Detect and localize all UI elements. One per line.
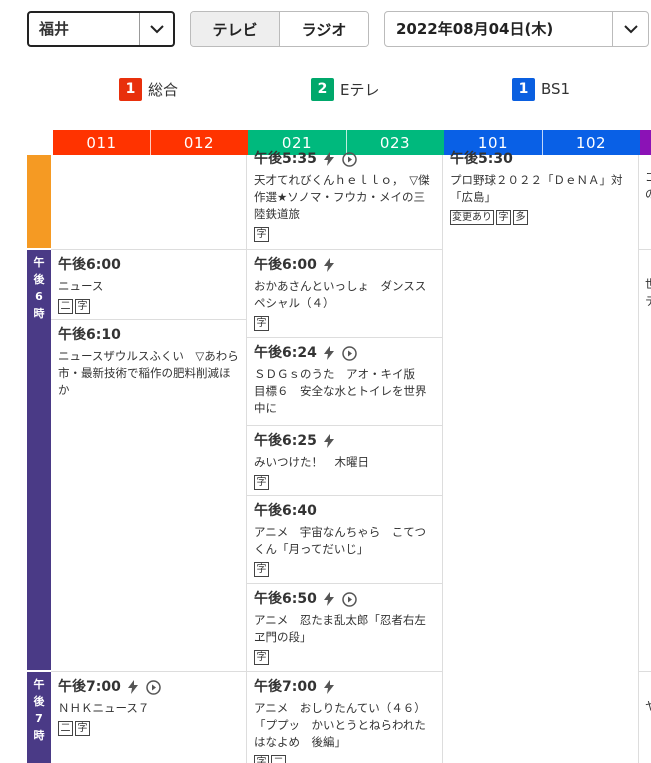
lightning-icon [323, 592, 334, 606]
tag-subtitle: 字 [254, 755, 269, 763]
program-cell[interactable]: 午後6:40 アニメ 宇宙なんちゃら こてつくん「月ってだいじ」 字 [247, 496, 442, 584]
replay-icon [342, 345, 357, 361]
program-time: 午後6:24 [254, 345, 317, 361]
tag-multi: 多 [513, 210, 528, 225]
program-title: ニュースザウルスふくい ▽あわら市・最新技術で稲作の肥料削減ほか [58, 349, 239, 397]
program-tags: 字 [254, 562, 435, 577]
tag-subtitle: 字 [254, 316, 269, 331]
program-time: 午後6:00 [58, 257, 121, 273]
channel-number-badge: 1 [512, 77, 535, 101]
program-cell[interactable]: 午後6:00 ニュース 二 字 [51, 250, 246, 320]
program-cell[interactable]: 午後5:35 天才てれびくんｈｅｌｌｏ， ▽傑作選★ソノマ・フウカ・メイの三陸鉄… [247, 149, 442, 250]
hour-bar-5 [27, 155, 51, 248]
program-cell[interactable]: 午後6:24 ＳＤＧｓのうた アオ・キイ版 目標６ 安全な水とトイレを世界中に [247, 338, 442, 426]
program-tags: 二 字 [58, 721, 239, 736]
program-time: 午後7:00 [254, 679, 317, 695]
replay-icon [146, 679, 161, 695]
lightning-icon [323, 258, 334, 272]
media-switch: テレビ ラジオ [190, 11, 369, 47]
program-cell-clipped[interactable]: 世 テ [639, 250, 651, 672]
program-time: 午後5:30 [450, 151, 513, 167]
header-divider [150, 130, 151, 155]
tag-subtitle: 字 [254, 475, 269, 490]
program-title: アニメ おしりたんてい（４６）「ププッ かいとうとねらわれたはなよめ 後編」 [254, 701, 426, 749]
program-tags: 字 [254, 316, 435, 331]
channel-name: 総合 [148, 80, 179, 99]
date-select[interactable]: 2022年08月04日(木) [384, 11, 649, 47]
program-cell-empty [51, 155, 246, 250]
tag-subtitle: 字 [75, 721, 90, 736]
program-time: 午後6:40 [254, 503, 317, 519]
legend-bs1[interactable]: 1 BS1 [512, 77, 570, 101]
hour-label: 午後6時 [33, 256, 45, 320]
program-title: ニュース [58, 279, 104, 293]
tag-subtitle: 字 [254, 650, 269, 665]
program-title: 天才てれびくんｈｅｌｌｏ， ▽傑作選★ソノマ・フウカ・メイの三陸鉄道旅 [254, 173, 430, 221]
channel-name: BS1 [541, 80, 571, 98]
program-title: プロ野球２０２２「ＤｅＮＡ」対「広島」 [450, 173, 623, 204]
tag-subtitle: 字 [496, 210, 511, 225]
hour-bar-6: 午後6時 [27, 250, 51, 670]
replay-icon [342, 151, 357, 167]
tag-changed: 変更あり [450, 210, 494, 225]
lightning-icon [323, 152, 334, 166]
tag-stereo: 二 [58, 299, 73, 314]
tag-subtitle: 字 [75, 299, 90, 314]
program-title: アニメ 宇宙なんちゃら こてつくん「月ってだいじ」 [254, 525, 427, 556]
chevron-down-icon[interactable] [139, 13, 173, 45]
channel-011: 011 [86, 133, 117, 152]
program-time: 午後6:10 [58, 327, 121, 343]
program-title: ＳＤＧｓのうた アオ・キイ版 目標６ 安全な水とトイレを世界中に [254, 367, 427, 415]
program-cell-clipped[interactable]: コ の [639, 155, 651, 250]
tag-subtitle: 字 [254, 562, 269, 577]
program-time: 午後7:00 [58, 679, 121, 695]
lightning-icon [127, 680, 138, 694]
program-time: 午後5:35 [254, 151, 317, 167]
program-tags: 変更あり 字 多 [450, 210, 631, 225]
hour-label: 午後7時 [33, 678, 45, 742]
program-title: ＮＨＫニュース７ [58, 701, 150, 715]
channel-name: Eテレ [340, 80, 380, 99]
tag-stereo: 二 [58, 721, 73, 736]
program-title: みいつけた！ 木曜日 [254, 455, 369, 469]
channel-012: 012 [183, 133, 215, 152]
program-title: おかあさんといっしょ ダンススペシャル（４） [254, 279, 427, 310]
tag-stereo: 二 [271, 755, 286, 763]
tag-subtitle: 字 [254, 227, 269, 242]
program-cell[interactable]: 午後6:00 おかあさんといっしょ ダンススペシャル（４） 字 [247, 250, 442, 338]
program-tags: 字 [254, 227, 435, 242]
region-value: 福井 [39, 20, 70, 38]
program-cell[interactable]: 午後7:00 アニメ おしりたんてい（４６）「ププッ かいとうとねらわれたはなよ… [247, 672, 442, 763]
program-cell[interactable]: 午後6:10 ニュースザウルスふくい ▽あわら市・最新技術で稲作の肥料削減ほか [51, 320, 246, 672]
program-cell[interactable]: 午後5:30 プロ野球２０２２「ＤｅＮＡ」対「広島」 変更あり 字 多 [443, 149, 638, 763]
legend-sogo[interactable]: 1 総合 [119, 77, 178, 101]
lightning-icon [323, 680, 334, 694]
program-time: 午後6:25 [254, 433, 317, 449]
channel-number-badge: 2 [311, 77, 334, 101]
program-tags: 字 二 [254, 755, 435, 763]
date-value: 2022年08月04日(木) [396, 20, 554, 38]
program-tags: 字 [254, 650, 435, 665]
program-cell-clipped[interactable]: ヤ [639, 672, 651, 763]
channel-number-badge: 1 [119, 77, 142, 101]
replay-icon [342, 591, 357, 607]
program-cell[interactable]: 午後6:50 アニメ 忍たま乱太郎「忍者右左ヱ門の段」 字 [247, 584, 442, 672]
lightning-icon [323, 434, 334, 448]
hour-bar-7: 午後7時 [27, 672, 51, 763]
channel-header-next [640, 130, 651, 155]
program-cell[interactable]: 午後7:00 ＮＨＫニュース７ 二 字 [51, 672, 246, 763]
chevron-down-icon[interactable] [612, 12, 648, 46]
lightning-icon [323, 346, 334, 360]
program-title: アニメ 忍たま乱太郎「忍者右左ヱ門の段」 [254, 613, 426, 644]
program-tags: 字 [254, 475, 435, 490]
program-cell[interactable]: 午後6:25 みいつけた！ 木曜日 字 [247, 426, 442, 496]
tab-tv[interactable]: テレビ [191, 12, 280, 46]
program-tags: 二 字 [58, 299, 239, 314]
region-select[interactable]: 福井 [27, 11, 175, 47]
program-time: 午後6:00 [254, 257, 317, 273]
program-time: 午後6:50 [254, 591, 317, 607]
legend-etele[interactable]: 2 Eテレ [311, 77, 379, 101]
tab-radio[interactable]: ラジオ [280, 12, 368, 46]
